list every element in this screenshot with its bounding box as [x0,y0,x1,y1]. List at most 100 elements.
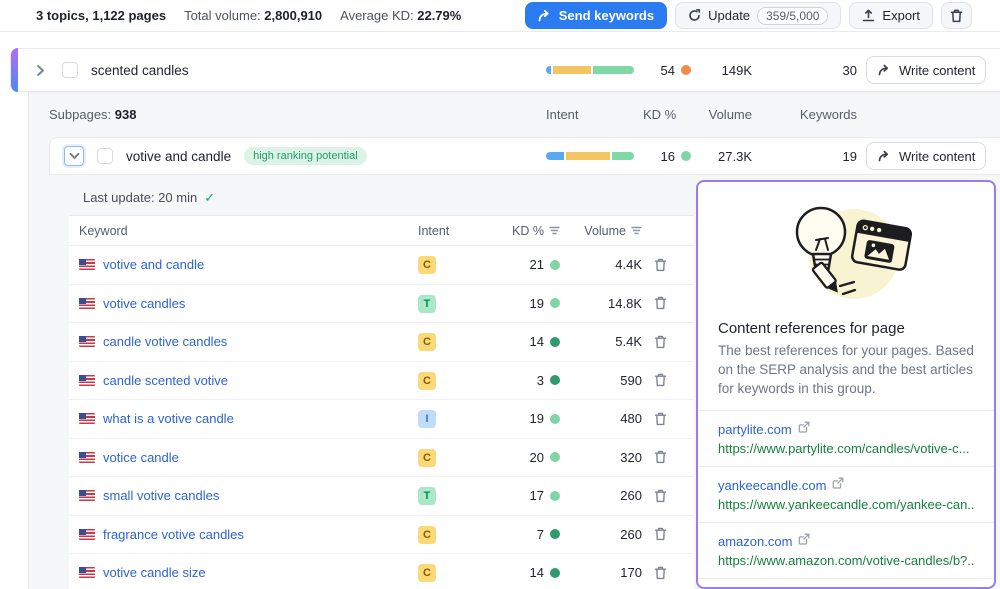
export-button[interactable]: Export [849,2,933,29]
column-header-volume-sort[interactable]: Volume [570,224,642,238]
table-row: votive and candle C 21 4.4K [69,246,694,285]
column-header-intent: Intent [546,107,634,122]
export-icon [862,9,875,22]
sort-icon [631,226,642,235]
keyword-link[interactable]: what is a votive candle [103,411,234,426]
delete-keyword-button[interactable] [652,371,669,389]
keyword-link[interactable]: votive candles [103,296,185,311]
delete-keyword-button[interactable] [652,564,669,582]
page-keywords-count: 19 [761,149,857,164]
sort-icon [549,226,560,235]
kd-value: 14 [530,334,544,349]
table-row: votive candlesT1914.8K [69,285,694,324]
reference-item: partylite.com https://www.partylite.com/c… [698,410,994,466]
kd-dot [550,568,560,578]
update-button[interactable]: Update 359/5,000 [675,2,841,29]
intent-segment [566,152,610,160]
keyword-link[interactable]: votive candle size [103,565,206,580]
page-checkbox[interactable] [97,148,113,164]
delete-keyword-button[interactable] [652,294,669,312]
intent-badge: C [418,449,436,467]
external-link-icon[interactable] [798,420,810,438]
high-ranking-badge: high ranking potential [244,147,367,165]
keyword-link[interactable]: candle scented votive [103,373,228,388]
page-volume: 27.3K [700,149,752,164]
write-arrow-icon [878,64,892,76]
intent-segment [546,152,564,160]
table-row: fragrance votive candlesC7260 [69,516,694,555]
subpages-panel: Subpages: 938 Intent KD % Volume Keyword… [28,92,1000,589]
send-arrow-icon [538,9,552,22]
intent-badge: C [418,256,436,274]
delete-keyword-button[interactable] [652,256,669,274]
intent-badge: C [418,564,436,582]
topic-row-scented-candles: scented candles 54 149K 30 Write content [10,48,1000,92]
keyword-link[interactable]: candle votive candles [103,334,227,349]
page-row-votive-and-candle: votive and candle high ranking potential… [49,137,1000,175]
check-icon: ✓ [204,190,215,206]
us-flag-icon [79,298,95,309]
delete-selected-button[interactable] [941,2,972,29]
topic-intent-bar [546,66,634,74]
us-flag-icon [79,529,95,540]
browser-window-icon [851,220,911,271]
reference-domain-link[interactable]: partylite.com [718,422,792,437]
column-header-intent: Intent [418,224,470,238]
column-header-volume: Volume [700,107,752,122]
external-link-icon[interactable] [832,476,844,494]
reference-url: https://www.partylite.com/candles/votive… [718,441,974,456]
references-title: Content references for page [698,310,994,341]
intent-segment [546,66,551,74]
kd-dot [550,491,560,501]
kd-dot [550,375,560,385]
keyword-link[interactable]: votice candle [103,450,179,465]
table-row: votive candle sizeC14170 [69,554,694,589]
page-intent-bar [546,152,634,160]
toolbar-buttons: Send keywords Update 359/5,000 Export [525,2,972,29]
volume-value: 4.4K [570,257,642,272]
summary-stats: 3 topics, 1,122 pages Total volume: 2,80… [36,8,461,23]
topic-kd: 54 [643,63,691,78]
kd-dot [681,151,691,161]
expand-chevron-right-icon[interactable] [31,61,49,79]
us-flag-icon [79,259,95,270]
column-header-kd-sort[interactable]: KD % [480,224,560,238]
send-keywords-button[interactable]: Send keywords [525,2,667,29]
keyword-link[interactable]: votive and candle [103,257,204,272]
reference-domain-link[interactable]: yankeecandle.com [718,478,826,493]
topic-volume: 149K [700,63,752,78]
kd-value: 17 [530,488,544,503]
volume-value: 260 [570,527,642,542]
reference-domain-link[interactable]: amazon.com [718,534,792,549]
external-link-icon[interactable] [798,532,810,550]
delete-keyword-button[interactable] [652,333,669,351]
delete-keyword-button[interactable] [652,410,669,428]
keyword-link[interactable]: fragrance votive candles [103,527,244,542]
us-flag-icon [79,567,95,578]
us-flag-icon [79,490,95,501]
references-description: The best references for your pages. Base… [698,341,994,410]
kd-value: 14 [530,565,544,580]
us-flag-icon [79,336,95,347]
kd-value: 21 [530,257,544,272]
table-row: candle votive candlesC145.4K [69,323,694,362]
keyword-table: Last update: 20 min ✓ Keyword Intent KD … [69,180,694,589]
us-flag-icon [79,375,95,386]
write-content-button[interactable]: Write content [866,56,986,84]
intent-segment [612,152,634,160]
refresh-icon [688,9,701,22]
intent-segment [593,66,634,74]
volume-value: 590 [570,373,642,388]
collapse-chevron-down-icon[interactable] [64,146,84,166]
write-content-button[interactable]: Write content [866,142,986,170]
keyword-link[interactable]: small votive candles [103,488,219,503]
kd-value: 19 [530,296,544,311]
us-flag-icon [79,452,95,463]
delete-keyword-button[interactable] [652,525,669,543]
delete-keyword-button[interactable] [652,448,669,466]
references-list: partylite.com https://www.partylite.com/c… [698,410,994,589]
topic-checkbox[interactable] [62,62,78,78]
kd-dot [550,337,560,347]
kd-value: 3 [537,373,544,388]
delete-keyword-button[interactable] [652,487,669,505]
